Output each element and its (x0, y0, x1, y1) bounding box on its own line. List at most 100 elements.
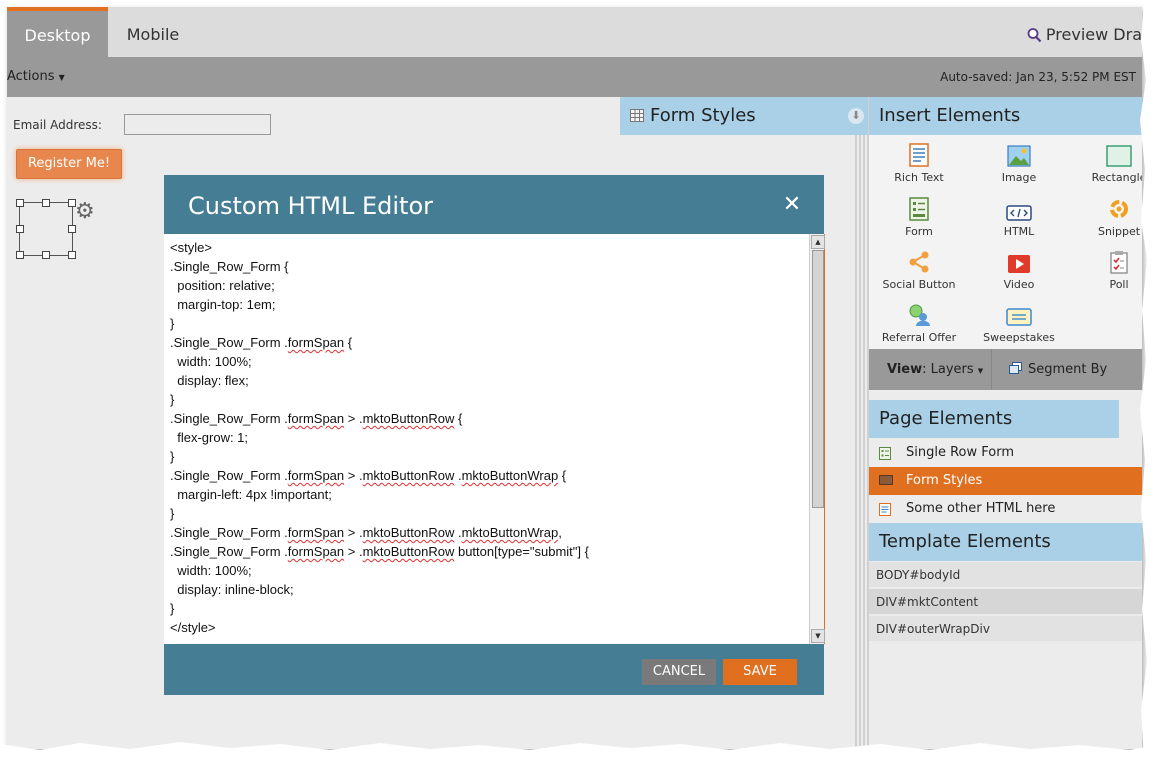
dialog-title: Custom HTML Editor (188, 192, 434, 220)
insert-label: Form (905, 225, 933, 238)
insert-label: Image (1001, 171, 1037, 184)
form-styles-title: Form Styles (650, 105, 756, 126)
insert-referral-offer[interactable]: Referral Offer (869, 301, 969, 344)
insert-sweepstakes[interactable]: Sweepstakes (969, 301, 1069, 344)
actions-menu[interactable]: Actions ▼ (7, 57, 65, 97)
download-icon[interactable]: ⬇ (848, 108, 864, 124)
preview-draft-button[interactable]: Preview Dra (1022, 7, 1142, 57)
resize-handle[interactable] (16, 199, 24, 207)
insert-label: Rich Text (894, 171, 944, 184)
segment-label: Segment By (1028, 362, 1108, 377)
insert-html[interactable]: HTML (969, 195, 1069, 238)
snippet-icon (1110, 200, 1128, 218)
insert-social-button[interactable]: Social Button (869, 248, 969, 291)
code-editor[interactable]: <style> .Single_Row_Form { position: rel… (164, 234, 825, 644)
video-icon (1008, 255, 1030, 273)
poll-icon (1110, 251, 1128, 274)
save-button[interactable]: SAVE (723, 659, 797, 685)
insert-label: Video (1003, 278, 1035, 291)
social-button-icon (909, 251, 929, 273)
resize-handle[interactable] (68, 251, 76, 259)
view-label: View (887, 362, 923, 377)
resize-handle[interactable] (68, 225, 76, 233)
actions-label: Actions (7, 69, 55, 84)
rectangle-icon (1106, 145, 1132, 167)
magnifier-icon (1027, 28, 1042, 43)
torn-edge-bottom (0, 742, 1160, 761)
image-icon (1007, 145, 1031, 167)
resize-handle[interactable] (42, 251, 50, 259)
scroll-up-icon[interactable]: ▲ (811, 235, 825, 249)
form-styles-header: Form Styles ⬇ (620, 97, 868, 135)
custom-html-editor-dialog: Custom HTML Editor ✕ <style> .Single_Row… (164, 175, 825, 695)
preview-label: Preview Dra (1045, 25, 1142, 44)
template-elements-title: Template Elements (869, 523, 1142, 561)
insert-snippet[interactable]: Snippet (1069, 195, 1142, 238)
tab-bar: Desktop Mobile Preview Dra (7, 7, 1142, 57)
gear-icon[interactable]: ⚙ (75, 201, 95, 223)
insert-elements-grid: Rich Text Image Rectangle Form HTML Snip… (869, 135, 1142, 349)
view-value: : Layers (922, 362, 974, 377)
rich-text-icon (879, 503, 891, 516)
insert-label: Rectangle (1091, 171, 1142, 184)
code-text[interactable]: <style> .Single_Row_Form { position: rel… (170, 238, 800, 638)
template-element-body[interactable]: BODY#bodyId (869, 562, 1142, 588)
vertical-scrollbar[interactable]: ▲ ▼ (809, 234, 825, 644)
tab-desktop[interactable]: Desktop (7, 7, 108, 57)
insert-rich-text[interactable]: Rich Text (869, 141, 969, 184)
page-element-label: Some other HTML here (906, 501, 1056, 516)
rich-text-icon (909, 143, 929, 167)
editor-window: Desktop Mobile Preview Dra Actions ▼ Aut… (7, 7, 1142, 749)
sweepstakes-icon (1006, 308, 1032, 326)
email-field[interactable] (124, 114, 271, 135)
page-element-form-styles[interactable]: Form Styles (869, 467, 1142, 495)
right-panel: Insert Elements Rich Text Image Rectangl… (869, 97, 1142, 749)
insert-label: Poll (1109, 278, 1129, 291)
view-bar: View: Layers ▼ Segment By (869, 349, 1142, 390)
caret-down-icon: ▼ (977, 367, 984, 375)
html-block-icon (879, 475, 893, 485)
page-elements-title: Page Elements (869, 400, 1119, 438)
form-icon (879, 447, 891, 460)
insert-video[interactable]: Video (969, 248, 1069, 291)
template-element-mktcontent[interactable]: DIV#mktContent (869, 589, 1142, 615)
insert-elements-title: Insert Elements (869, 97, 1142, 135)
insert-label: Referral Offer (881, 331, 957, 344)
template-element-outerwrapdiv[interactable]: DIV#outerWrapDiv (869, 616, 1142, 642)
scroll-thumb[interactable] (812, 250, 824, 508)
referral-offer-icon (909, 304, 930, 326)
panel-splitter[interactable] (855, 97, 869, 749)
page-element-some-other-html[interactable]: Some other HTML here (869, 495, 1142, 523)
page-element-label: Form Styles (906, 473, 983, 488)
action-bar: Actions ▼ Auto-saved: Jan 23, 5:52 PM ES… (7, 57, 1142, 97)
insert-rectangle[interactable]: Rectangle (1069, 141, 1142, 184)
resize-handle[interactable] (16, 225, 24, 233)
page-element-label: Single Row Form (906, 445, 1015, 460)
email-label: Email Address: (13, 118, 102, 132)
segment-by-button[interactable]: Segment By (1009, 349, 1107, 390)
insert-form[interactable]: Form (869, 195, 969, 238)
insert-poll[interactable]: Poll (1069, 248, 1142, 291)
register-button[interactable]: Register Me! (16, 149, 122, 179)
scroll-down-icon[interactable]: ▼ (811, 629, 825, 643)
page-element-single-row-form[interactable]: Single Row Form (869, 439, 1142, 467)
torn-edge-right (1138, 0, 1160, 761)
view-layers-dropdown[interactable]: View: Layers ▼ (887, 349, 983, 392)
grid-icon (630, 109, 644, 122)
caret-down-icon: ▼ (58, 73, 65, 82)
autosave-status: Auto-saved: Jan 23, 5:52 PM EST (940, 70, 1136, 84)
close-icon[interactable]: ✕ (782, 194, 802, 216)
insert-label: Social Button (882, 278, 956, 291)
cancel-button[interactable]: CANCEL (642, 659, 716, 685)
form-icon (909, 197, 929, 221)
selected-element-box[interactable] (16, 199, 76, 259)
resize-handle[interactable] (42, 199, 50, 207)
html-icon (1006, 205, 1032, 221)
insert-label: Snippet (1097, 225, 1141, 238)
divider (991, 349, 992, 390)
segment-icon (1009, 362, 1022, 374)
resize-handle[interactable] (16, 251, 24, 259)
tab-mobile[interactable]: Mobile (108, 7, 198, 57)
insert-image[interactable]: Image (969, 141, 1069, 184)
insert-label: Sweepstakes (983, 331, 1055, 344)
